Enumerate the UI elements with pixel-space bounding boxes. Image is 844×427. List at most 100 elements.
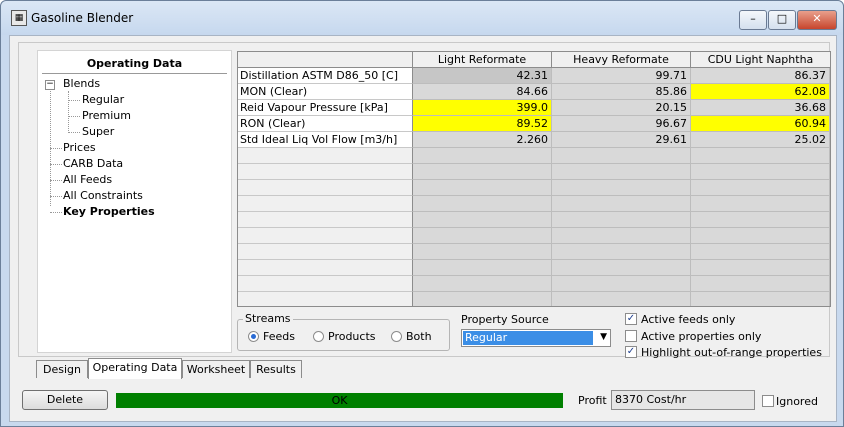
empty-grid-cell[interactable] — [552, 148, 691, 164]
grid-cell[interactable]: 36.68 — [691, 100, 830, 116]
column-header[interactable]: Light Reformate — [413, 52, 552, 68]
empty-row-label[interactable] — [238, 276, 413, 292]
empty-grid-cell[interactable] — [413, 212, 552, 228]
tab-worksheet[interactable]: Worksheet — [182, 360, 250, 378]
empty-grid-cell[interactable] — [552, 276, 691, 292]
empty-grid-cell[interactable] — [691, 180, 830, 196]
grid-cell[interactable]: 96.67 — [552, 116, 691, 132]
empty-grid-cell[interactable] — [552, 260, 691, 276]
empty-grid-cell[interactable] — [413, 292, 552, 306]
grid-cell[interactable]: 42.31 — [413, 68, 552, 84]
active-properties-only-label[interactable]: Active properties only — [641, 330, 761, 343]
streams-group-title: Streams — [243, 312, 293, 325]
row-label[interactable]: RON (Clear) — [238, 116, 413, 132]
row-label[interactable]: Distillation ASTM D86_50 [C] — [238, 68, 413, 84]
grid-cell-out-of-range[interactable]: 399.0 — [413, 100, 552, 116]
profit-value-field[interactable]: 8370 Cost/hr — [611, 390, 755, 410]
row-label[interactable]: Std Ideal Liq Vol Flow [m3/h] — [238, 132, 413, 148]
highlight-out-of-range-label[interactable]: Highlight out-of-range properties — [641, 346, 822, 359]
tree-item-prices[interactable]: Prices — [63, 141, 96, 154]
grid-cell[interactable]: 20.15 — [552, 100, 691, 116]
empty-grid-cell[interactable] — [691, 212, 830, 228]
grid-cell[interactable]: 85.86 — [552, 84, 691, 100]
empty-grid-cell[interactable] — [413, 244, 552, 260]
tab-operating-data[interactable]: Operating Data — [88, 358, 182, 379]
empty-grid-cell[interactable] — [552, 212, 691, 228]
empty-grid-cell[interactable] — [413, 148, 552, 164]
empty-grid-cell[interactable] — [413, 180, 552, 196]
grid-cell[interactable]: 25.02 — [691, 132, 830, 148]
ignored-label[interactable]: Ignored — [776, 395, 818, 408]
minimize-button[interactable]: – — [739, 10, 767, 30]
empty-grid-cell[interactable] — [552, 244, 691, 260]
ignored-checkbox[interactable] — [762, 395, 774, 407]
products-radio[interactable] — [313, 331, 324, 342]
empty-row-label[interactable] — [238, 260, 413, 276]
empty-grid-cell[interactable] — [691, 148, 830, 164]
both-radio-label[interactable]: Both — [406, 330, 432, 343]
feeds-radio-label[interactable]: Feeds — [263, 330, 295, 343]
empty-grid-cell[interactable] — [552, 196, 691, 212]
empty-row-label[interactable] — [238, 244, 413, 260]
empty-grid-cell[interactable] — [691, 164, 830, 180]
empty-grid-cell[interactable] — [413, 196, 552, 212]
tab-design[interactable]: Design — [36, 360, 88, 378]
both-radio[interactable] — [391, 331, 402, 342]
empty-row-label[interactable] — [238, 148, 413, 164]
empty-grid-cell[interactable] — [691, 260, 830, 276]
tree-item-super[interactable]: Super — [82, 125, 114, 138]
empty-row-label[interactable] — [238, 212, 413, 228]
tab-results[interactable]: Results — [250, 360, 302, 378]
empty-grid-cell[interactable] — [691, 276, 830, 292]
empty-row-label[interactable] — [238, 164, 413, 180]
row-label[interactable]: MON (Clear) — [238, 84, 413, 100]
active-properties-only-checkbox[interactable] — [625, 330, 637, 342]
delete-button[interactable]: Delete — [22, 390, 108, 410]
empty-grid-cell[interactable] — [413, 164, 552, 180]
empty-grid-cell[interactable] — [691, 292, 830, 306]
empty-grid-cell[interactable] — [552, 180, 691, 196]
close-button[interactable]: ✕ — [797, 10, 837, 30]
collapse-icon[interactable]: − — [45, 80, 55, 90]
radio-selected-dot — [251, 334, 256, 339]
empty-grid-cell[interactable] — [413, 228, 552, 244]
grid-cell[interactable]: 86.37 — [691, 68, 830, 84]
grid-cell[interactable]: 99.71 — [552, 68, 691, 84]
empty-grid-cell[interactable] — [413, 260, 552, 276]
tree-item-regular[interactable]: Regular — [82, 93, 124, 106]
dropdown-arrow-icon[interactable]: ▼ — [600, 332, 607, 342]
empty-grid-cell[interactable] — [552, 292, 691, 306]
empty-row-label[interactable] — [238, 180, 413, 196]
maximize-button[interactable]: □ — [768, 10, 796, 30]
feeds-radio[interactable] — [248, 331, 259, 342]
column-header[interactable]: Heavy Reformate — [552, 52, 691, 68]
grid-cell[interactable]: 2.260 — [413, 132, 552, 148]
grid-cell-out-of-range[interactable]: 62.08 — [691, 84, 830, 100]
active-feeds-only-checkbox[interactable]: ✓ — [625, 313, 637, 325]
grid-cell[interactable]: 84.66 — [413, 84, 552, 100]
empty-row-label[interactable] — [238, 196, 413, 212]
tree-item-premium[interactable]: Premium — [82, 109, 131, 122]
empty-grid-cell[interactable] — [413, 276, 552, 292]
empty-grid-cell[interactable] — [552, 164, 691, 180]
products-radio-label[interactable]: Products — [328, 330, 376, 343]
empty-row-label[interactable] — [238, 292, 413, 306]
empty-grid-cell[interactable] — [552, 228, 691, 244]
highlight-out-of-range-checkbox[interactable]: ✓ — [625, 346, 637, 358]
empty-grid-cell[interactable] — [691, 196, 830, 212]
empty-row-label[interactable] — [238, 228, 413, 244]
empty-grid-cell[interactable] — [691, 244, 830, 260]
empty-grid-cell[interactable] — [691, 228, 830, 244]
grid-cell[interactable]: 29.61 — [552, 132, 691, 148]
grid-cell-out-of-range[interactable]: 60.94 — [691, 116, 830, 132]
tree-item-key-properties[interactable]: Key Properties — [63, 205, 155, 218]
tree-item-all-constraints[interactable]: All Constraints — [63, 189, 143, 202]
row-label[interactable]: Reid Vapour Pressure [kPa] — [238, 100, 413, 116]
property-source-select[interactable]: Regular ▼ — [461, 329, 611, 347]
tree-item-blends[interactable]: Blends — [63, 77, 100, 90]
tree-item-all-feeds[interactable]: All Feeds — [63, 173, 112, 186]
column-header[interactable]: CDU Light Naphtha — [691, 52, 830, 68]
active-feeds-only-label[interactable]: Active feeds only — [641, 313, 735, 326]
tree-item-carb-data[interactable]: CARB Data — [63, 157, 123, 170]
grid-cell-out-of-range[interactable]: 89.52 — [413, 116, 552, 132]
